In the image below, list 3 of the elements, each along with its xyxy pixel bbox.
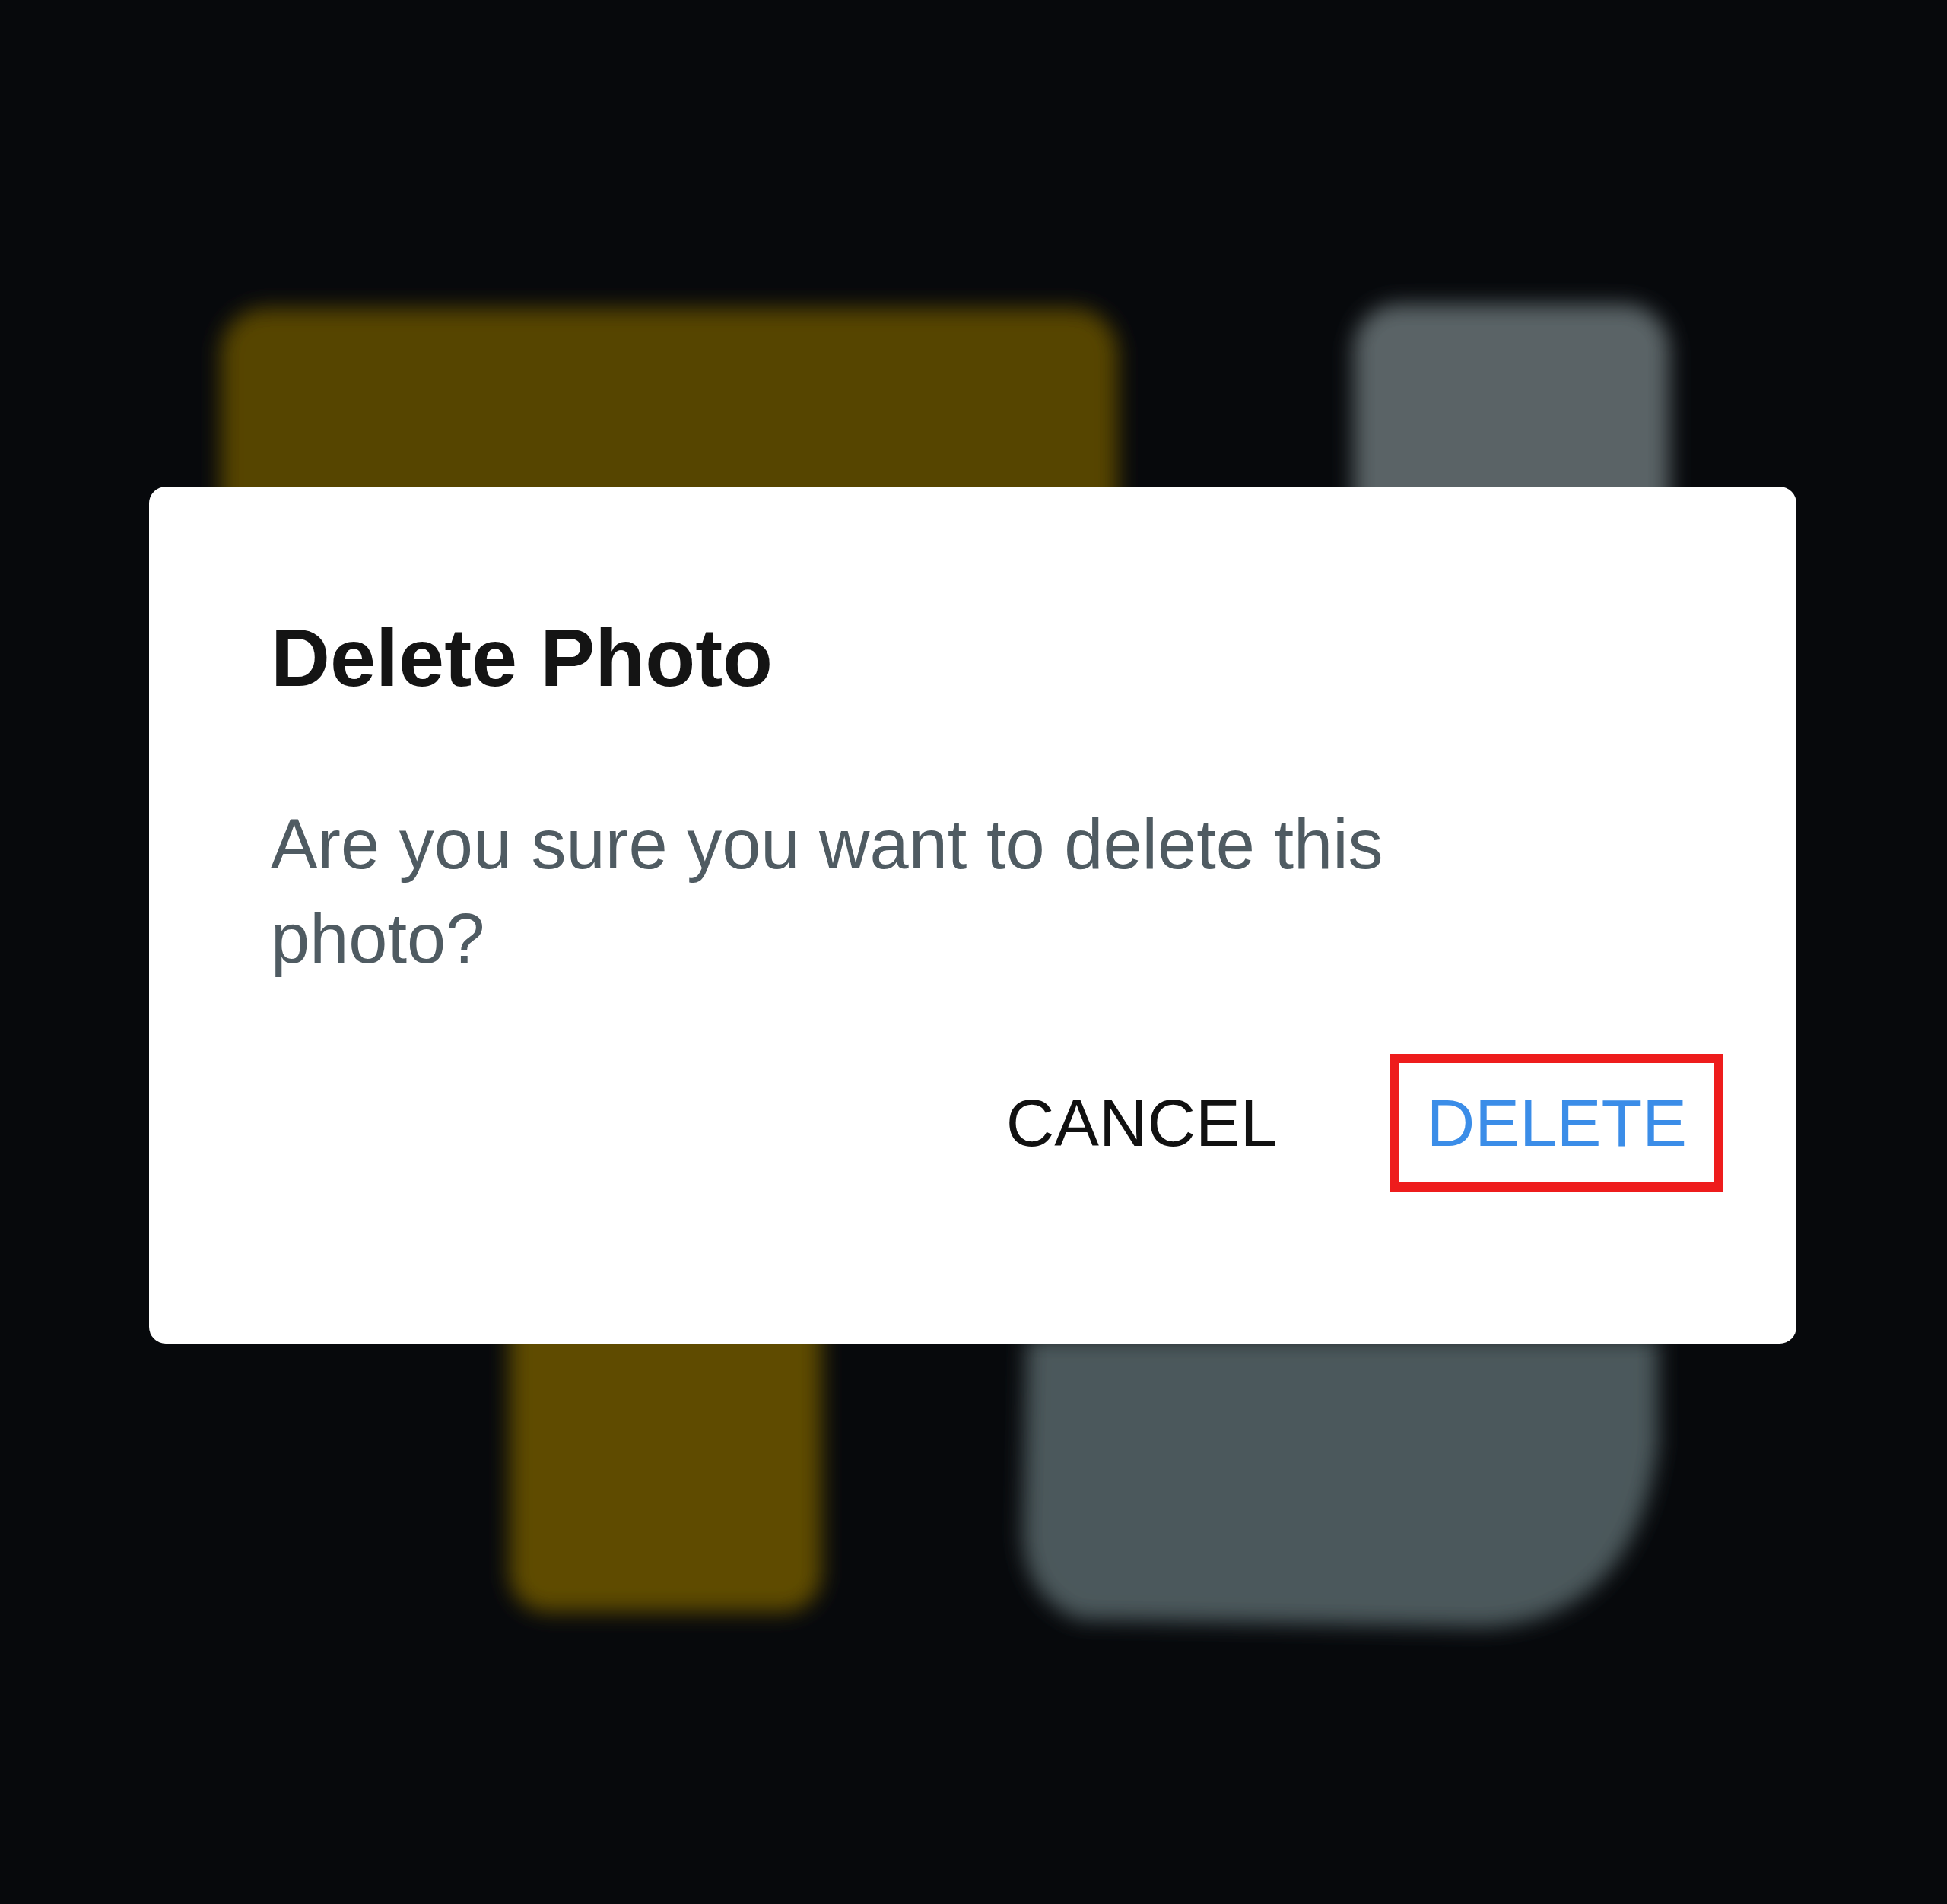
dialog-title: Delete Photo	[271, 611, 773, 705]
dialog-message: Are you sure you want to delete this photo?	[271, 804, 1384, 979]
cancel-button[interactable]: CANCEL	[969, 1053, 1314, 1192]
